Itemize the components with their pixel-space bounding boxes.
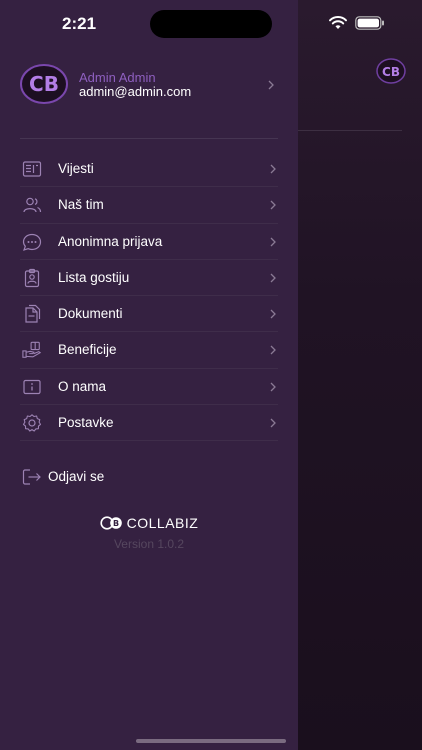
- brand-name: COLLABIZ: [126, 515, 199, 531]
- chevron-right-icon: [270, 200, 276, 210]
- brand-footer: B COLLABIZ: [0, 515, 298, 535]
- chevron-right-icon: [268, 80, 276, 90]
- app-logo-icon: CB: [376, 58, 406, 84]
- chevron-right-icon: [270, 346, 276, 355]
- logout-label: Odjavi se: [48, 469, 105, 484]
- menu-item-label: Lista gostiju: [58, 269, 130, 285]
- id-badge-icon: [24, 268, 40, 287]
- newspaper-icon: [22, 161, 42, 177]
- menu-item-label: Anonimna prijava: [58, 233, 163, 249]
- menu-item-beneficije[interactable]: Beneficije: [20, 332, 278, 369]
- menu-item-label: Postavke: [58, 415, 114, 431]
- drawer-menu: Vijesti Naš tim Anonimna prijava Lista g…: [0, 151, 298, 442]
- avatar: CB: [20, 64, 68, 104]
- wifi-icon: [329, 16, 347, 29]
- menu-item-lista-gostiju[interactable]: Lista gostiju: [20, 260, 278, 297]
- divider: [20, 138, 278, 139]
- menu-item-dokumenti[interactable]: Dokumenti: [20, 296, 278, 333]
- menu-item-label: O nama: [58, 378, 107, 394]
- chevron-right-icon: [270, 418, 276, 428]
- app-version: Version 1.0.2: [113, 537, 185, 551]
- hand-gift-icon: [22, 342, 42, 359]
- menu-item-label: Beneficije: [58, 342, 117, 358]
- dynamic-island: [150, 10, 272, 38]
- profile-email: admin@admin.com: [79, 84, 192, 99]
- menu-item-vijesti[interactable]: Vijesti: [20, 151, 278, 188]
- users-icon: [23, 197, 42, 213]
- settings-icon: [22, 414, 42, 432]
- collabiz-logo-icon: B: [100, 516, 122, 530]
- documents-icon: [25, 305, 41, 323]
- svg-text:CB: CB: [29, 72, 59, 96]
- menu-item-label: Naš tim: [58, 197, 104, 213]
- menu-item-postavke[interactable]: Postavke: [20, 405, 278, 442]
- menu-item-nas-tim[interactable]: Naš tim: [20, 187, 278, 224]
- chevron-right-icon: [270, 237, 276, 247]
- profile-header[interactable]: CB Admin Admin admin@admin.com: [0, 58, 298, 112]
- chevron-right-icon: [270, 273, 276, 283]
- menu-item-o-nama[interactable]: O nama: [20, 369, 278, 406]
- svg-text:CB: CB: [382, 65, 400, 79]
- chevron-right-icon: [270, 164, 276, 174]
- menu-item-label: Dokumenti: [58, 306, 123, 322]
- logout-button[interactable]: Odjavi se: [20, 466, 220, 488]
- battery-icon: [355, 16, 384, 30]
- chevron-right-icon: [270, 382, 276, 392]
- menu-item-anonimna-prijava[interactable]: Anonimna prijava: [20, 224, 278, 260]
- home-indicator: [136, 739, 286, 743]
- chat-bubble-icon: [22, 233, 42, 251]
- info-icon: [23, 379, 41, 394]
- status-time: 2:21: [62, 14, 97, 33]
- background-divider: [298, 130, 402, 131]
- chevron-right-icon: [270, 309, 276, 319]
- logout-icon: [22, 469, 41, 485]
- svg-text:B: B: [113, 519, 119, 528]
- profile-name: Admin Admin: [79, 70, 156, 85]
- menu-item-label: Vijesti: [58, 161, 94, 176]
